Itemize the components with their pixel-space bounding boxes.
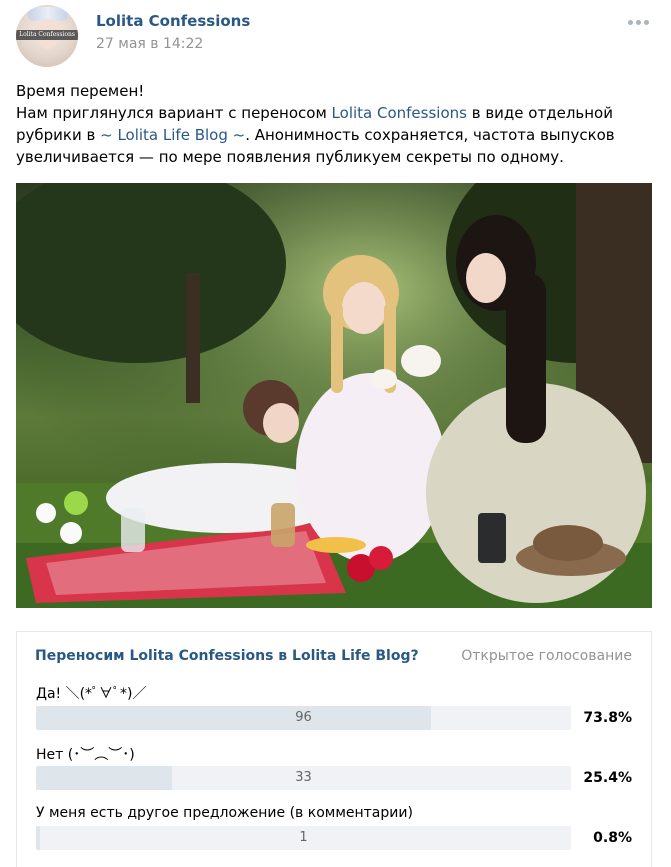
poll-vote-count: 1: [299, 830, 308, 845]
poll-percent: 0.8%: [593, 830, 632, 846]
poll-vote-count: 96: [295, 710, 312, 725]
text-line-1: Время перемен!: [16, 82, 145, 100]
text-line-2: Нам приглянулся вариант с переносом Loli…: [16, 104, 613, 122]
poll-option-label: У меня есть другое предложение (в коммен…: [36, 805, 413, 821]
text-line-3: рубрики в ~ Lolita Life Blog ~. Анонимно…: [16, 126, 615, 144]
more-options-icon[interactable]: [628, 18, 654, 28]
poll-option-bar[interactable]: 33: [36, 766, 571, 790]
link-lolita-confessions[interactable]: Lolita Confessions: [332, 104, 467, 122]
text-line-4: увеличивается — по мере появления публик…: [16, 148, 564, 166]
poll-vote-count: 33: [295, 770, 312, 785]
poll-option-label: Нет (･︶︵︶･): [36, 747, 135, 763]
poll-percent: 25.4%: [583, 770, 632, 786]
avatar[interactable]: Lolita Confessions: [16, 5, 78, 67]
poll-option-bar[interactable]: 1: [36, 826, 571, 850]
link-lolita-life-blog[interactable]: ~ Lolita Life Blog ~: [100, 126, 245, 144]
post-date[interactable]: 27 мая в 14:22: [96, 36, 203, 52]
poll-option-bar[interactable]: 96: [36, 706, 571, 730]
photo-illustration: [16, 183, 652, 608]
post-text: Время перемен! Нам приглянулся вариант с…: [16, 80, 648, 168]
poll-title[interactable]: Переносим Lolita Confessions в Lolita Li…: [35, 648, 419, 664]
avatar-caption: Lolita Confessions: [16, 30, 78, 40]
poll-type: Открытое голосование: [461, 648, 632, 664]
poll-option-label: Да! ＼(*ﾟ∀ﾟ*)／: [36, 686, 147, 702]
author-name[interactable]: Lolita Confessions: [96, 12, 250, 30]
post-photo[interactable]: [16, 183, 652, 608]
poll: Переносим Lolita Confessions в Lolita Li…: [16, 631, 652, 867]
poll-percent: 73.8%: [583, 710, 632, 726]
